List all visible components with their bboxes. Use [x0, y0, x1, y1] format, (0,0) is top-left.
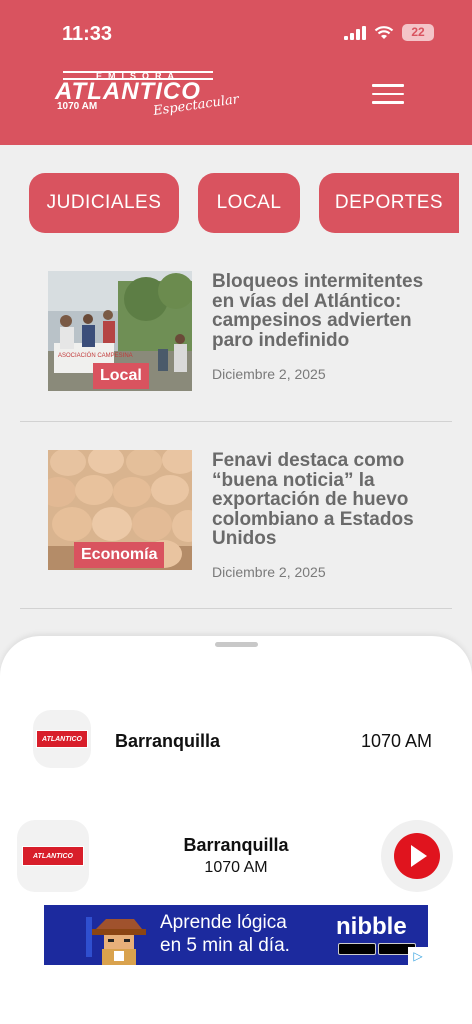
station-logo[interactable]: EMISORA ATLANTICO 1070 AM Espectacular [55, 65, 250, 120]
ad-brand: nibble [336, 913, 407, 940]
status-bar: 11:33 22 [0, 0, 472, 60]
station-row-frequency: 1070 AM [361, 731, 433, 751]
category-chip-deportes[interactable]: DEPORTES [319, 173, 459, 233]
article-date: Diciembre 2, 2025 [212, 564, 326, 580]
divider [20, 608, 452, 609]
divider [20, 421, 452, 422]
status-icons: 22 [344, 24, 434, 41]
now-playing-logo[interactable]: ATLANTICO [17, 820, 89, 892]
player-sheet: ATLANTICO Barranquilla 1070 AM ATLANTICO… [0, 636, 472, 1024]
category-badge: Local [93, 363, 149, 389]
sheet-grabber[interactable] [215, 642, 258, 647]
ad-character-illustration [84, 909, 154, 965]
category-badge: Economía [74, 542, 165, 568]
svg-text:ASOCIACIÓN CAMPESINA: ASOCIACIÓN CAMPESINA [58, 352, 133, 359]
signal-icon [344, 25, 366, 40]
logo-am-text: 1070 AM [57, 101, 98, 112]
ad-line-1: Aprende lógica [160, 912, 287, 933]
ad-banner[interactable]: Aprende lógica en 5 min al día. nibble ▷ [44, 905, 428, 965]
article-date: Diciembre 2, 2025 [212, 366, 326, 382]
article-title[interactable]: Bloqueos intermitentes en vías del Atlán… [212, 272, 442, 350]
article-thumbnail[interactable]: Economía [48, 450, 192, 570]
wifi-icon [374, 25, 394, 39]
category-chip-local[interactable]: LOCAL [198, 173, 300, 233]
app-store-badge[interactable] [338, 943, 376, 955]
hamburger-menu-icon[interactable] [372, 84, 404, 108]
status-time: 11:33 [62, 23, 113, 45]
category-chip-judiciales[interactable]: JUDICIALES [29, 173, 179, 233]
play-icon [394, 833, 440, 879]
article-title[interactable]: Fenavi destaca como “buena noticia” la e… [212, 451, 442, 549]
ad-choices-icon[interactable]: ▷ [408, 947, 428, 965]
battery-icon: 22 [402, 24, 434, 41]
ad-line-2: en 5 min al día. [160, 935, 290, 956]
station-row-name[interactable]: Barranquilla [115, 731, 220, 752]
app-header: 11:33 22 EMISORA ATLANTICO 1070 AM Espec… [0, 0, 472, 145]
station-mini-logo: ATLANTICO [36, 730, 88, 748]
play-button[interactable] [381, 820, 453, 892]
article-thumbnail[interactable]: ASOCIACIÓN CAMPESINA Local [48, 271, 192, 391]
ad-text: Aprende lógica en 5 min al día. [160, 911, 290, 957]
station-row-logo[interactable]: ATLANTICO [33, 710, 91, 768]
